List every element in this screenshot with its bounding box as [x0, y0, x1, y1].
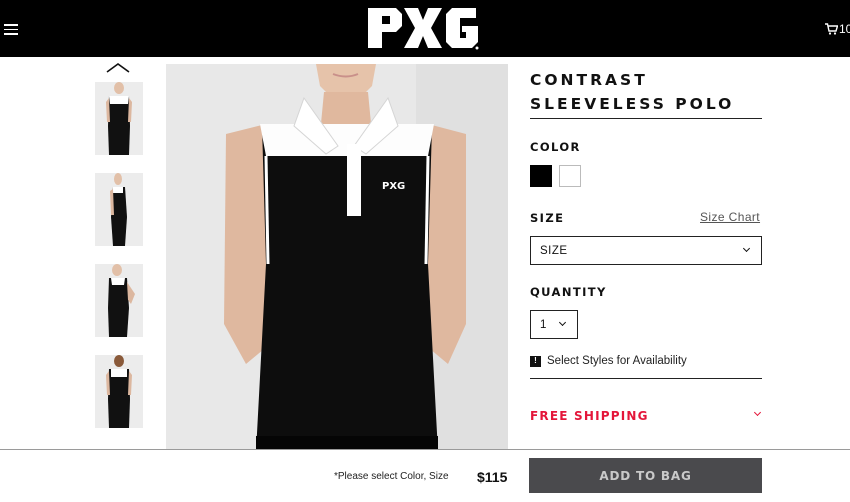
chevron-down-icon[interactable]	[753, 408, 762, 417]
product-photo: PXG	[166, 64, 508, 452]
product-price: $115	[477, 469, 508, 485]
menu-icon[interactable]	[4, 24, 18, 35]
size-label: SIZE	[530, 211, 565, 225]
thumbnail-three-quarter-image	[95, 264, 143, 337]
color-swatch-black[interactable]	[530, 165, 552, 187]
cart-icon	[825, 23, 838, 35]
thumbnail-front[interactable]	[95, 82, 143, 155]
selection-notice: *Please select Color, Size	[334, 471, 449, 482]
product-title: CONTRAST SLEEVELESS POLO	[530, 68, 762, 116]
quantity-label: QUANTITY	[530, 285, 607, 299]
alert-icon: !	[530, 355, 541, 367]
quantity-select-value: 1	[540, 319, 547, 331]
thumbnail-side[interactable]	[95, 173, 143, 246]
product-title-line-1: CONTRAST	[530, 71, 648, 89]
divider	[530, 378, 762, 379]
size-select[interactable]: SIZE	[530, 236, 762, 265]
thumbnail-scroll-up-icon[interactable]	[106, 62, 130, 74]
availability-notice: ! Select Styles for Availability	[530, 355, 687, 367]
cart-button[interactable]: 10	[825, 22, 850, 36]
thumbnail-back[interactable]	[95, 355, 143, 428]
thumbnail-three-quarter[interactable]	[95, 264, 143, 337]
chevron-down-icon	[558, 318, 567, 327]
thumbnail-side-image	[95, 173, 143, 246]
thumbnail-back-image	[95, 355, 143, 428]
color-label: COLOR	[530, 140, 581, 154]
size-select-value: SIZE	[540, 245, 568, 257]
svg-text:PXG: PXG	[382, 181, 405, 192]
quantity-select[interactable]: 1	[530, 310, 578, 339]
product-title-line-2: SLEEVELESS POLO	[530, 95, 735, 113]
cart-count: 10	[839, 22, 850, 36]
site-header: 10	[0, 0, 850, 57]
size-chart-link[interactable]: Size Chart	[700, 210, 760, 224]
availability-text: Select Styles for Availability	[547, 355, 687, 367]
product-main-image[interactable]: PXG	[166, 64, 508, 452]
color-swatch-white[interactable]	[559, 165, 581, 187]
free-shipping-toggle[interactable]: FREE SHIPPING	[530, 409, 649, 423]
pxg-logo[interactable]	[366, 2, 480, 52]
chevron-down-icon	[742, 244, 751, 253]
divider	[530, 118, 762, 119]
thumbnail-front-image	[95, 82, 143, 155]
add-to-bag-button[interactable]: ADD TO BAG	[529, 458, 762, 493]
